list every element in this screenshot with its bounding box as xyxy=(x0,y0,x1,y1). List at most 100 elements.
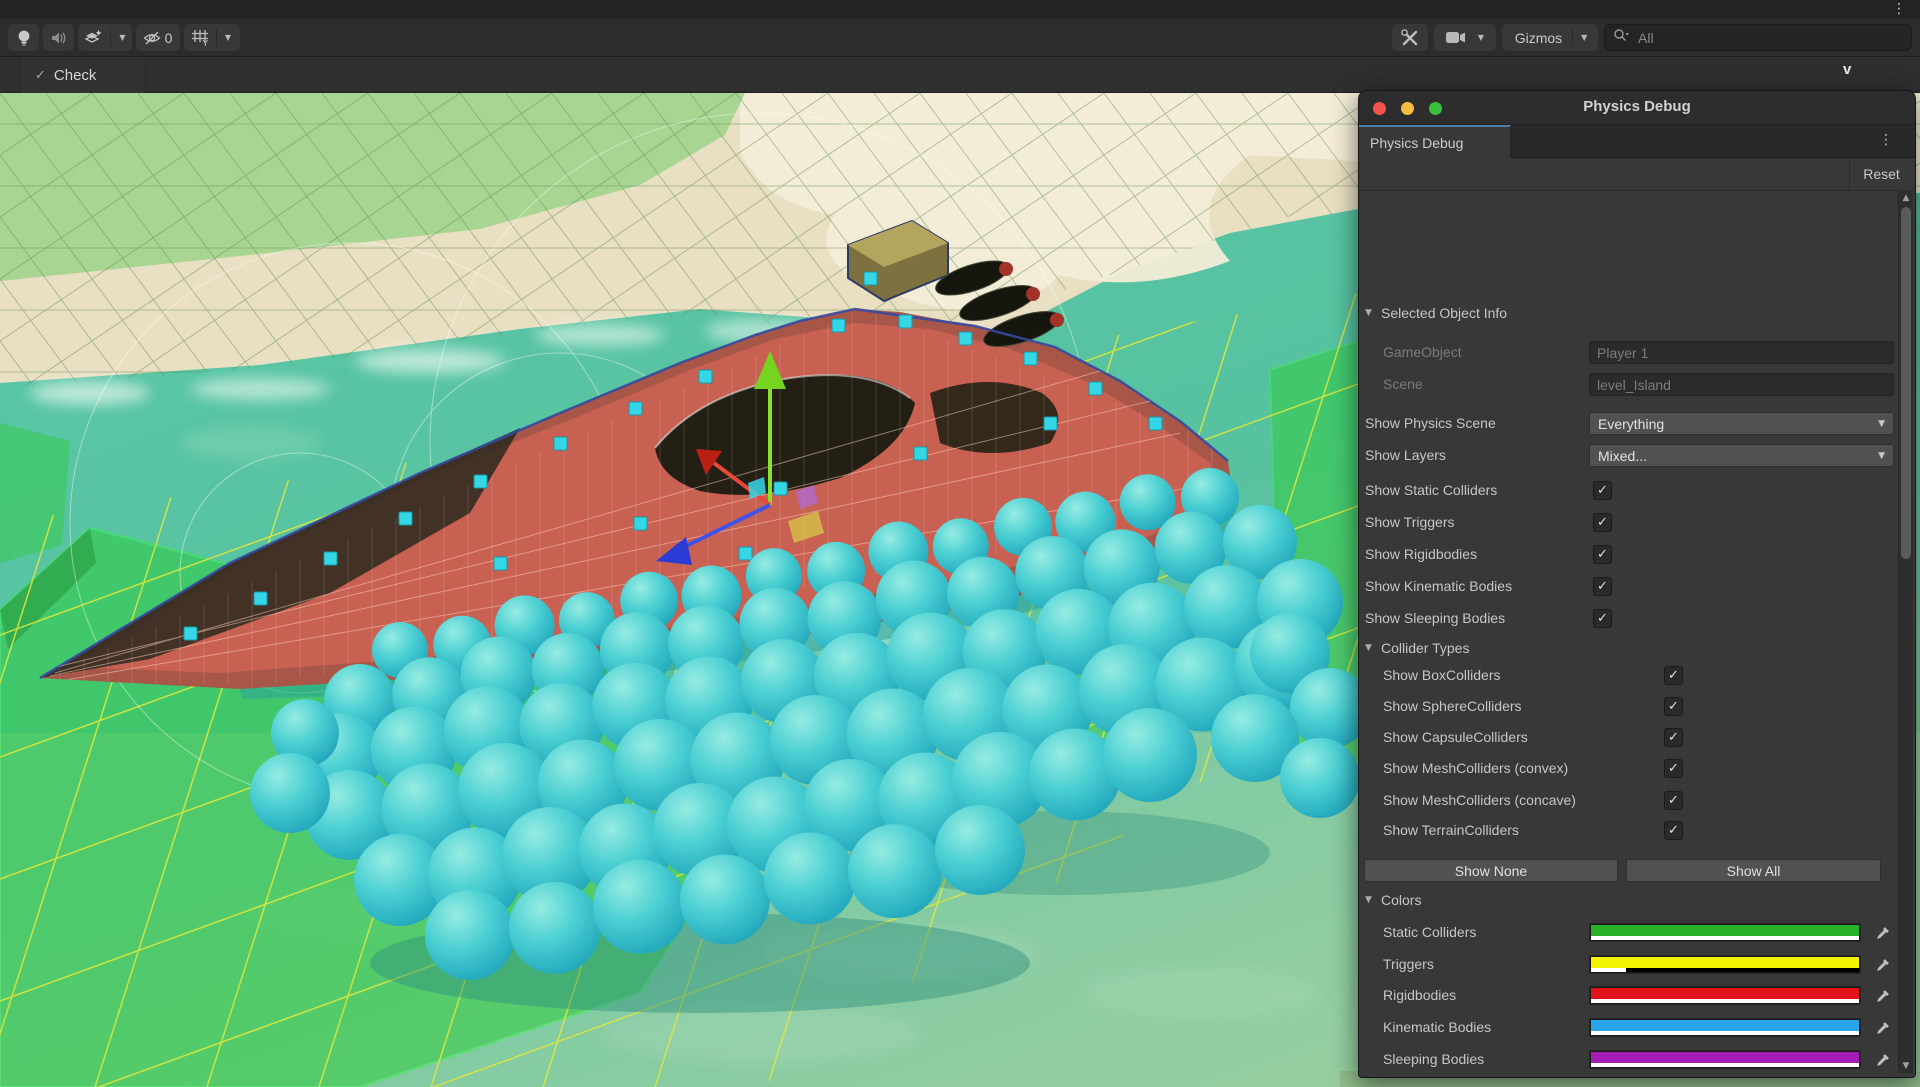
chevron-down-icon[interactable]: ▼ xyxy=(1472,33,1490,42)
row-label: Rigidbodies xyxy=(1383,987,1456,1003)
show-sleeping-bodies-checkbox[interactable]: ✓ xyxy=(1593,609,1612,628)
gameobject-row: GameObject Player 1 xyxy=(1359,341,1916,365)
tab-menu-icon[interactable]: ⋮ xyxy=(1879,132,1893,148)
row-label: GameObject xyxy=(1383,344,1462,360)
row-label: Show Kinematic Bodies xyxy=(1365,578,1512,594)
show-none-button[interactable]: Show None xyxy=(1364,859,1618,882)
show-kinematic-bodies-row: Show Kinematic Bodies ✓ xyxy=(1359,575,1916,599)
scene-audio-button[interactable] xyxy=(43,24,74,51)
search-input[interactable] xyxy=(1636,29,1903,47)
hidden-objects-button[interactable]: 0 xyxy=(136,24,180,51)
show-terraincolliders-checkbox[interactable]: ✓ xyxy=(1664,821,1683,840)
scene-camera-button[interactable]: ▼ xyxy=(1434,24,1496,51)
show-triggers-row: Show Triggers ✓ xyxy=(1359,511,1916,535)
check-toggle[interactable]: ✓ Check xyxy=(21,57,146,93)
chevron-down-icon: ▼ xyxy=(1878,419,1885,429)
row-label: Show Sleeping Bodies xyxy=(1365,610,1505,626)
gizmos-dropdown[interactable]: Gizmos ▼ xyxy=(1502,24,1598,51)
dropdown-value: Mixed... xyxy=(1598,448,1647,464)
scene-lighting-button[interactable] xyxy=(8,24,39,51)
rigidbodies-color-row: Rigidbodies xyxy=(1359,984,1916,1008)
scroll-up-icon[interactable]: ▲ xyxy=(1899,193,1913,203)
row-label: Show MeshColliders (concave) xyxy=(1383,792,1576,808)
show-layers-dropdown[interactable]: Mixed... ▼ xyxy=(1589,444,1894,467)
collider-types-foldout[interactable]: ▼ Collider Types xyxy=(1359,637,1916,661)
show-static-colliders-row: Show Static Colliders ✓ xyxy=(1359,479,1916,503)
overlay-collapse-marker[interactable]: v xyxy=(1843,61,1851,78)
chevron-down-icon[interactable]: ▼ xyxy=(113,33,131,42)
show-physics-scene-dropdown[interactable]: Everything ▼ xyxy=(1589,412,1894,435)
alpha-bar xyxy=(1591,968,1859,972)
row-label: Scene xyxy=(1383,376,1423,392)
selected-object-info-foldout[interactable]: ▼ Selected Object Info xyxy=(1359,302,1916,326)
grid-icon: Y xyxy=(187,29,214,47)
physics-debug-window: Physics Debug Physics Debug ⋮ Reset ▼ Se… xyxy=(1358,90,1916,1078)
row-label: Show CapsuleColliders xyxy=(1383,729,1528,745)
svg-text:Y: Y xyxy=(202,38,208,47)
tab-bar: Physics Debug ⋮ xyxy=(1359,125,1915,158)
row-label: Show Static Colliders xyxy=(1365,482,1497,498)
gizmos-label: Gizmos xyxy=(1507,30,1570,46)
row-label: Show Rigidbodies xyxy=(1365,546,1477,562)
foldout-arrow-icon: ▼ xyxy=(1365,643,1372,653)
kebab-menu-icon[interactable]: ⋮ xyxy=(1892,1,1906,17)
rigidbodies-color-swatch[interactable] xyxy=(1589,986,1861,1005)
show-triggers-checkbox[interactable]: ✓ xyxy=(1593,513,1612,532)
tab-physics-debug[interactable]: Physics Debug xyxy=(1359,125,1511,158)
show-layers-row: Show Layers Mixed... ▼ xyxy=(1359,444,1916,468)
row-label: Show Layers xyxy=(1365,447,1446,463)
show-spherecolliders-checkbox[interactable]: ✓ xyxy=(1664,697,1683,716)
foldout-label: Colors xyxy=(1381,892,1421,908)
chevron-down-icon[interactable]: ▼ xyxy=(219,33,237,42)
camera-icon xyxy=(1440,30,1472,45)
show-kinematic-bodies-checkbox[interactable]: ✓ xyxy=(1593,577,1612,596)
eyedropper-icon[interactable] xyxy=(1871,1018,1893,1038)
scene-field: level_Island xyxy=(1589,373,1894,396)
tools-icon xyxy=(1400,28,1420,48)
scroll-down-icon[interactable]: ▼ xyxy=(1899,1061,1913,1071)
eyedropper-icon[interactable] xyxy=(1871,1050,1893,1070)
show-boxcolliders-checkbox[interactable]: ✓ xyxy=(1664,666,1683,685)
field-value: Player 1 xyxy=(1597,345,1648,361)
show-meshcolliders-concave-row: Show MeshColliders (concave) ✓ xyxy=(1359,789,1916,813)
kinematic-bodies-color-row: Kinematic Bodies xyxy=(1359,1016,1916,1040)
show-all-button[interactable]: Show All xyxy=(1626,859,1881,882)
grid-visibility-button[interactable]: Y ▼ xyxy=(184,24,240,51)
show-rigidbodies-checkbox[interactable]: ✓ xyxy=(1593,545,1612,564)
speaker-icon xyxy=(50,30,68,46)
show-capsulecolliders-checkbox[interactable]: ✓ xyxy=(1664,728,1683,747)
reset-button[interactable]: Reset xyxy=(1849,158,1913,190)
scene-tools-button[interactable] xyxy=(1392,24,1428,51)
overlay-bar-stub xyxy=(0,57,20,93)
hidden-count: 0 xyxy=(165,30,173,46)
scrollbar-thumb[interactable] xyxy=(1901,207,1911,559)
row-label: Static Colliders xyxy=(1383,924,1476,940)
vertical-scrollbar[interactable]: ▲ ▼ xyxy=(1898,191,1913,1073)
row-label: Show SphereColliders xyxy=(1383,698,1522,714)
show-boxcolliders-row: Show BoxColliders ✓ xyxy=(1359,664,1916,688)
colors-foldout[interactable]: ▼ Colors xyxy=(1359,889,1916,913)
scene-effects-button[interactable]: ▼ xyxy=(78,24,132,51)
eyedropper-icon[interactable] xyxy=(1871,986,1893,1006)
window-titlebar[interactable]: Physics Debug xyxy=(1359,91,1915,125)
sleeping-bodies-color-swatch[interactable] xyxy=(1589,1050,1861,1069)
show-meshcolliders-convex-row: Show MeshColliders (convex) ✓ xyxy=(1359,757,1916,781)
static-colliders-color-swatch[interactable] xyxy=(1589,923,1861,942)
show-physics-scene-row: Show Physics Scene Everything ▼ xyxy=(1359,412,1916,436)
show-sleeping-bodies-row: Show Sleeping Bodies ✓ xyxy=(1359,607,1916,631)
triggers-color-swatch[interactable] xyxy=(1589,955,1861,974)
eyedropper-icon[interactable] xyxy=(1871,955,1893,975)
scene-row: Scene level_Island xyxy=(1359,373,1916,397)
triggers-color-row: Triggers xyxy=(1359,953,1916,977)
alpha-bar xyxy=(1591,1031,1859,1035)
show-capsulecolliders-row: Show CapsuleColliders ✓ xyxy=(1359,726,1916,750)
unity-editor-screen: ⋮ ▼ 0 Y xyxy=(0,0,1920,1087)
eyedropper-icon[interactable] xyxy=(1871,923,1893,943)
show-meshcolliders-convex-checkbox[interactable]: ✓ xyxy=(1664,759,1683,778)
show-meshcolliders-concave-checkbox[interactable]: ✓ xyxy=(1664,791,1683,810)
chevron-down-icon: ▼ xyxy=(1878,451,1885,461)
kinematic-bodies-color-swatch[interactable] xyxy=(1589,1018,1861,1037)
field-value: level_Island xyxy=(1597,377,1671,393)
scene-search-field[interactable] xyxy=(1604,24,1912,51)
show-static-colliders-checkbox[interactable]: ✓ xyxy=(1593,481,1612,500)
